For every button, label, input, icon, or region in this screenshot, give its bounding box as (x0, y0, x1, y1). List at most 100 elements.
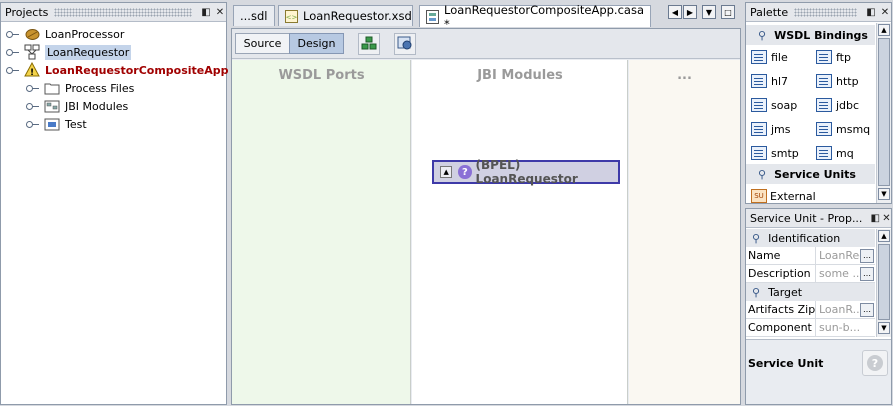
property-artifacts-zip[interactable]: Artifacts Zip LoanR... … (746, 301, 875, 319)
minimize-icon[interactable]: ◧ (870, 212, 879, 224)
svg-text:<>: <> (286, 13, 298, 21)
tree-item-label: LoanRequestor (45, 44, 132, 60)
property-description[interactable]: Description some ... … (746, 265, 875, 283)
property-name[interactable]: Name LoanReq... … (746, 247, 875, 265)
maximize-button[interactable]: □ (721, 5, 735, 19)
tree-item-label: JBI Modules (65, 99, 129, 113)
scroll-down-arrow[interactable]: ▼ (878, 322, 890, 334)
palette-item-label: External (770, 189, 816, 203)
section-label: Target (768, 285, 803, 299)
target-section[interactable]: ⚲ Target (746, 283, 875, 301)
palette-item-label: msmq (836, 122, 871, 136)
palette-item-mq[interactable]: mq (816, 144, 854, 162)
deploy-button[interactable] (394, 33, 416, 55)
wsdl-binding-icon (751, 146, 767, 160)
scroll-up-arrow[interactable]: ▲ (878, 230, 890, 242)
section-label: Service Units (774, 167, 856, 181)
close-icon[interactable]: ✕ (882, 212, 891, 224)
ellipsis-button[interactable]: … (860, 266, 874, 281)
tree-item-loanprocessor[interactable]: LoanProcessor (6, 25, 124, 43)
projects-titlebar: Projects ◧ ✕ (1, 3, 226, 22)
tab-casa[interactable]: LoanRequestorCompositeApp.casa * (419, 3, 651, 31)
tree-item-loanrequestorcompositeapp[interactable]: ! LoanRequestorCompositeApp (6, 61, 229, 79)
service-units-section[interactable]: ⚲ Service Units (746, 164, 875, 184)
expand-icon[interactable] (6, 30, 20, 38)
palette-item-label: soap (771, 98, 798, 112)
identification-section[interactable]: ⚲ Identification (746, 229, 875, 247)
palette-item-hl7[interactable]: hl7 (751, 72, 788, 90)
bean-icon (24, 26, 40, 42)
module-node-label: (BPEL) LoanRequestor (475, 158, 578, 186)
palette-item-ftp[interactable]: ftp (816, 48, 851, 66)
expand-icon[interactable] (26, 84, 40, 92)
build-button[interactable] (358, 33, 380, 55)
source-button[interactable]: Source (235, 33, 290, 54)
close-icon[interactable]: ✕ (879, 6, 891, 18)
palette-item-msmq[interactable]: msmq (816, 120, 870, 138)
property-component-name[interactable]: Component Na sun-b... (746, 319, 875, 337)
tree-item-label: Test (65, 117, 87, 131)
external-header: ... (677, 68, 692, 83)
module-icon (24, 44, 40, 60)
tab-scroll-left-button[interactable]: ◀ (668, 5, 682, 19)
property-value[interactable]: sun-b... (816, 321, 875, 334)
wsdl-binding-icon (751, 74, 767, 88)
palette-item-jms[interactable]: jms (751, 120, 791, 138)
tree-item-loanrequestor[interactable]: LoanRequestor (6, 43, 132, 61)
property-value[interactable]: LoanR... (816, 303, 860, 316)
xsd-file-icon: <> (285, 9, 298, 23)
minimize-icon[interactable]: ◧ (865, 6, 877, 18)
palette-scrollbar[interactable]: ▲ ▼ (876, 23, 891, 203)
palette-item-external[interactable]: SU External (751, 187, 816, 205)
folder-icon (44, 80, 60, 96)
palette-item-soap[interactable]: soap (751, 96, 797, 114)
pin-icon: ⚲ (758, 167, 767, 181)
tree-item-jbi-modules[interactable]: JBI Modules (26, 97, 128, 115)
tab-scroll-right-button[interactable]: ▶ (683, 5, 697, 19)
properties-scrollbar[interactable]: ▲ ▼ (876, 229, 891, 337)
wsdl-binding-icon (751, 122, 767, 136)
description-title: Service Unit (748, 357, 824, 370)
tab-list-dropdown[interactable]: ▼ (702, 5, 716, 19)
palette-item-http[interactable]: http (816, 72, 859, 90)
scroll-thumb[interactable] (878, 38, 890, 186)
property-value[interactable]: some ... (816, 267, 860, 280)
titlebar-grip[interactable] (794, 7, 857, 17)
tree-item-label: LoanRequestorCompositeApp (45, 63, 229, 77)
expand-icon[interactable] (26, 102, 40, 110)
minimize-icon[interactable]: ◧ (200, 6, 212, 18)
bpel-module-node[interactable]: ▲ ? (BPEL) LoanRequestor (432, 158, 620, 186)
palette-item-file[interactable]: file (751, 48, 788, 66)
palette-item-smtp[interactable]: smtp (751, 144, 799, 162)
pin-icon: ⚲ (752, 231, 761, 245)
tab-wsdl[interactable]: ...sdl (233, 5, 275, 26)
projects-panel: Projects ◧ ✕ LoanProcessor LoanRequestor… (0, 2, 229, 405)
palette-item-label: smtp (771, 146, 799, 160)
property-value[interactable]: LoanReq... (816, 249, 860, 262)
close-icon[interactable]: ✕ (214, 6, 226, 18)
wsdl-bindings-section[interactable]: ⚲ WSDL Bindings (746, 25, 875, 45)
property-label: Component Na (746, 319, 816, 336)
collapse-node-icon[interactable]: ▲ (440, 166, 453, 178)
projects-title: Projects (5, 5, 49, 19)
tree-item-process-files[interactable]: Process Files (26, 79, 134, 97)
help-button[interactable]: ? (862, 350, 888, 376)
titlebar-grip[interactable] (54, 7, 192, 17)
ellipsis-button[interactable]: … (860, 248, 874, 263)
scroll-up-arrow[interactable]: ▲ (878, 24, 890, 36)
tree-item-test[interactable]: Test (26, 115, 87, 133)
build-icon (361, 35, 377, 54)
design-button[interactable]: Design (289, 33, 344, 54)
tab-loanrequestor-xsd[interactable]: <> LoanRequestor.xsd (278, 5, 413, 26)
ellipsis-button[interactable]: … (860, 302, 874, 317)
scroll-down-arrow[interactable]: ▼ (878, 188, 890, 200)
expand-icon[interactable] (26, 120, 40, 128)
help-icon: ? (867, 355, 883, 371)
deploy-icon (397, 35, 413, 54)
scroll-thumb[interactable] (878, 244, 890, 320)
expand-icon[interactable] (6, 48, 20, 56)
expand-icon[interactable] (6, 66, 20, 74)
palette-item-jdbc[interactable]: jdbc (816, 96, 859, 114)
palette-item-label: jms (771, 122, 791, 136)
palette-titlebar: Palette ◧ ✕ (746, 3, 891, 22)
